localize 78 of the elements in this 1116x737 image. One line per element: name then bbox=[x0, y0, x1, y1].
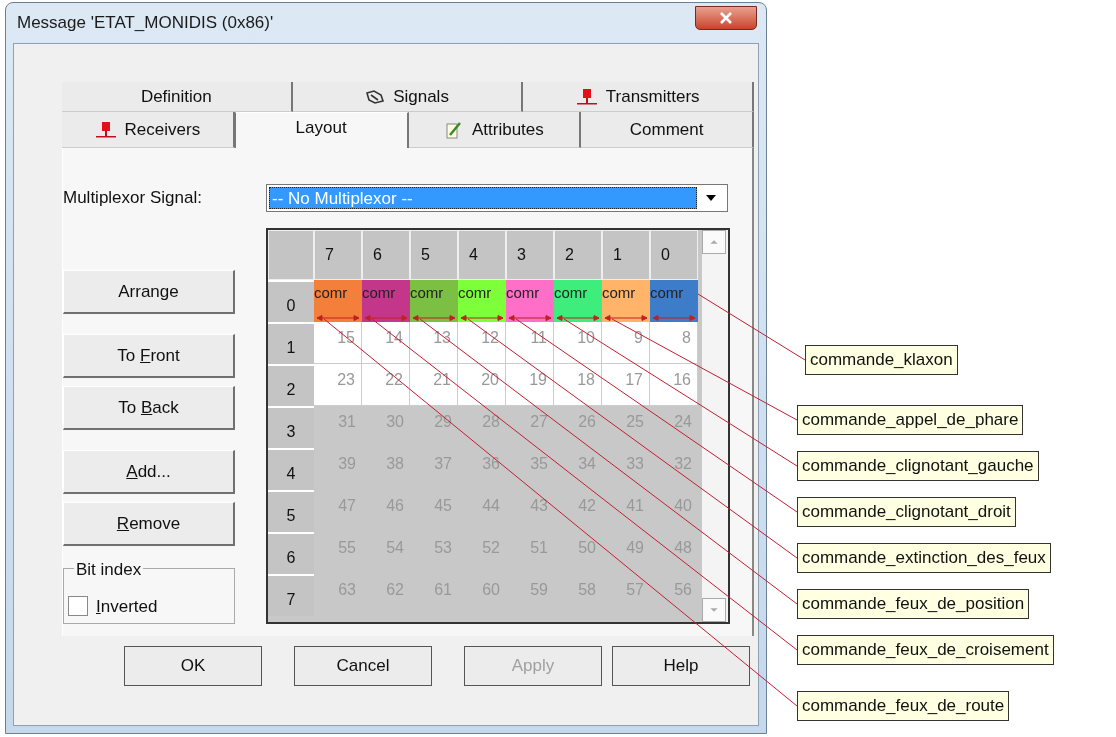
dialog-button[interactable]: Help bbox=[612, 646, 750, 686]
range-arrow-icon bbox=[508, 315, 552, 321]
row-header: 4 bbox=[268, 448, 314, 490]
range-arrow-icon bbox=[364, 315, 408, 321]
range-arrow-icon bbox=[316, 315, 360, 321]
signal-cell[interactable]: comr bbox=[458, 280, 506, 322]
side-button[interactable]: To Back bbox=[63, 386, 235, 430]
dropdown-arrow-icon bbox=[705, 194, 717, 202]
bit-cell: 23 bbox=[314, 364, 362, 406]
signal-callout: commande_feux_de_route bbox=[797, 691, 1010, 721]
multiplexor-label: Multiplexor Signal: bbox=[63, 187, 203, 210]
tab[interactable]: Receivers bbox=[62, 112, 235, 148]
signal-callout: commande_klaxon bbox=[805, 345, 958, 375]
column-header: 6 bbox=[362, 230, 410, 280]
signal-callout: commande_feux_de_position bbox=[797, 589, 1030, 619]
close-button[interactable] bbox=[695, 6, 757, 30]
signal-cell[interactable]: comr bbox=[410, 280, 458, 322]
column-header: 7 bbox=[314, 230, 362, 280]
bit-cell: 19 bbox=[506, 364, 554, 406]
bit-cell: 9 bbox=[602, 322, 650, 364]
bit-cell: 10 bbox=[554, 322, 602, 364]
range-arrow-icon bbox=[460, 315, 504, 321]
bit-cell: 8 bbox=[650, 322, 698, 364]
tab[interactable]: Transmitters bbox=[523, 82, 754, 112]
tab[interactable]: Signals bbox=[292, 82, 524, 112]
signal-cell[interactable]: comr bbox=[506, 280, 554, 322]
close-icon bbox=[719, 12, 733, 24]
row-header: 2 bbox=[268, 364, 314, 406]
bit-cell: 20 bbox=[458, 364, 506, 406]
dialog-button[interactable]: Cancel bbox=[294, 646, 432, 686]
row-header: 1 bbox=[268, 322, 314, 364]
signal-cell[interactable]: comr bbox=[602, 280, 650, 322]
signal-cell[interactable]: comr bbox=[650, 280, 698, 322]
node-icon bbox=[94, 120, 117, 139]
bit-cell: 22 bbox=[362, 364, 410, 406]
range-arrow-icon bbox=[412, 315, 456, 321]
range-arrow-icon bbox=[652, 315, 696, 321]
signal-cell[interactable]: comr bbox=[554, 280, 602, 322]
signal-callout: commande_clignotant_gauche bbox=[797, 451, 1039, 481]
range-arrow-icon bbox=[604, 315, 648, 321]
node-icon bbox=[575, 87, 598, 106]
signal-callout: commande_appel_de_phare bbox=[797, 405, 1024, 435]
side-button[interactable]: Add... bbox=[63, 450, 235, 494]
tab[interactable]: Attributes bbox=[408, 112, 582, 148]
tab[interactable]: Definition bbox=[62, 82, 293, 112]
dialog-button[interactable]: OK bbox=[124, 646, 262, 686]
bit-cell: 21 bbox=[410, 364, 458, 406]
tab[interactable]: Comment bbox=[581, 112, 754, 148]
side-button[interactable]: Arrange bbox=[63, 270, 235, 314]
checkbox-label[interactable]: Inverted bbox=[96, 593, 158, 619]
range-arrow-icon bbox=[556, 315, 600, 321]
signal-icon bbox=[365, 88, 386, 105]
signal-callout: commande_extinction_des_feux bbox=[797, 543, 1051, 573]
row-header: 3 bbox=[268, 406, 314, 448]
side-button[interactable]: Remove bbox=[63, 502, 235, 546]
side-button[interactable]: To Front bbox=[63, 334, 235, 378]
scroll-down-icon[interactable] bbox=[702, 598, 726, 622]
column-header: 0 bbox=[650, 230, 698, 280]
signal-callout: commande_feux_de_croisement bbox=[797, 635, 1054, 665]
column-header: 3 bbox=[506, 230, 554, 280]
column-header: 1 bbox=[602, 230, 650, 280]
signal-callout: commande_clignotant_droit bbox=[797, 497, 1016, 527]
checkbox[interactable] bbox=[68, 596, 88, 617]
row-header: 0 bbox=[268, 280, 314, 322]
bit-cell: 18 bbox=[554, 364, 602, 406]
bit-cell: 17 bbox=[602, 364, 650, 406]
signal-cell[interactable]: comr bbox=[314, 280, 362, 322]
tab[interactable]: Layout bbox=[234, 112, 409, 148]
row-header: 7 bbox=[268, 574, 314, 616]
scroll-up-icon[interactable] bbox=[702, 230, 726, 254]
column-header: 4 bbox=[458, 230, 506, 280]
scrollbar[interactable] bbox=[702, 230, 728, 622]
window-title: Message 'ETAT_MONIDIS (0x86)' bbox=[17, 12, 274, 35]
bit-cell: 16 bbox=[650, 364, 698, 406]
row-header: 6 bbox=[268, 532, 314, 574]
row-header: 5 bbox=[268, 490, 314, 532]
column-header: 2 bbox=[554, 230, 602, 280]
column-header: 5 bbox=[410, 230, 458, 280]
